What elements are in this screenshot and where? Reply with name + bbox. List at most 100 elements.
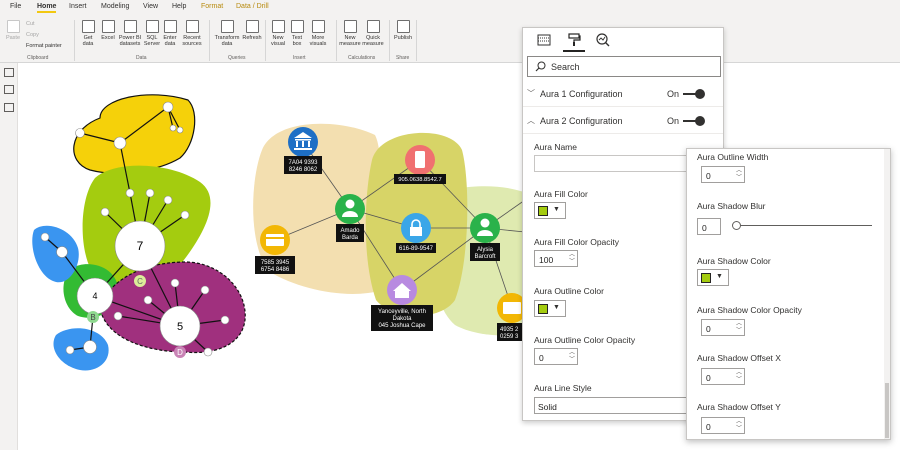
menu-home[interactable]: Home (37, 3, 57, 13)
dropdown-arrow-icon: ▼ (553, 304, 560, 311)
offset-y-value: 0 (706, 422, 711, 432)
menu-insert[interactable]: Insert (69, 3, 87, 10)
fill-color-picker[interactable]: ▼ (534, 202, 566, 219)
spinner-arrows-icon[interactable]: ︿ ﹀ (736, 321, 742, 335)
outline-width-label: Aura Outline Width (697, 152, 769, 162)
offset-y-input[interactable]: 0 ︿ ﹀ (701, 417, 745, 434)
shadow-blur-slider-track[interactable] (734, 225, 872, 226)
card-left-label-1: 7585 3945 (261, 260, 290, 266)
ribbon-separator (209, 20, 210, 61)
copy-button[interactable]: Copy (26, 32, 39, 38)
menu-bar: File Home Insert Modeling View Help Form… (0, 0, 900, 16)
home-label-3: 045 Joshua Cape (378, 323, 426, 329)
aura-yellow (73, 94, 196, 174)
new-measure-button[interactable]: New measure (339, 20, 361, 47)
more-visuals-button[interactable]: More visuals (306, 20, 330, 47)
paste-button[interactable]: Paste (3, 20, 23, 41)
cluster-letter-c: C (137, 277, 143, 286)
excel-button[interactable]: Excel (99, 20, 117, 41)
aura-options-flyout: Aura Outline Width 0 ︿ ﹀ Aura Shadow Blur… (686, 148, 891, 440)
menu-modeling[interactable]: Modeling (101, 3, 129, 10)
bar-chart-icon (271, 20, 285, 33)
recent-sources-button[interactable]: Recent sources (180, 20, 204, 47)
outline-color-label: Aura Outline Color (534, 286, 604, 296)
aura2-section-header[interactable]: ︿ Aura 2 Configuration On (523, 108, 723, 134)
offset-x-input[interactable]: 0 ︿ ﹀ (701, 368, 745, 385)
sql-label-2: Server (143, 41, 161, 47)
active-tab-indicator (563, 50, 585, 52)
shadow-color-picker[interactable]: ▼ (697, 269, 729, 286)
outline-color-chip (538, 304, 548, 314)
outline-opacity-label: Aura Outline Color Opacity (534, 335, 636, 345)
text-box-button[interactable]: Text box (288, 20, 306, 47)
data-view-icon[interactable] (4, 85, 14, 94)
outline-opacity-value: 0 (539, 353, 544, 363)
spinner-arrows-icon[interactable]: ︿ ﹀ (569, 350, 575, 364)
search-box[interactable]: Search (527, 56, 721, 77)
spinner-arrows-icon[interactable]: ︿ ﹀ (569, 252, 575, 266)
bank-label-2: 8246 8062 (289, 167, 318, 173)
lock-label: 616-89-9547 (399, 246, 434, 252)
sql-server-icon (145, 20, 159, 33)
fill-opacity-value: 100 (539, 255, 554, 265)
menu-format[interactable]: Format (201, 3, 223, 10)
cluster-letter-b: B (90, 313, 95, 322)
outline-width-input[interactable]: 0 ︿ ﹀ (701, 166, 745, 183)
report-view-icon[interactable] (4, 68, 14, 77)
refresh-label: Refresh (242, 35, 262, 41)
get-data-button[interactable]: Get data (78, 20, 98, 47)
new-measure-label-2: measure (339, 41, 361, 47)
quick-measure-label-2: measure (362, 41, 384, 47)
more-visuals-icon (311, 20, 325, 33)
transform-data-button[interactable]: Transform data (213, 20, 241, 47)
aura1-section-header[interactable]: ﹀ Aura 1 Configuration On (523, 81, 723, 107)
outline-color-picker[interactable]: ▼ (534, 300, 566, 317)
menu-help[interactable]: Help (172, 3, 186, 10)
paint-roller-icon[interactable] (567, 33, 581, 47)
analytics-tab-icon[interactable] (596, 33, 610, 47)
ribbon-separator (389, 20, 390, 61)
more-visuals-label-2: visuals (309, 41, 327, 47)
flyout-scrollbar-thumb[interactable] (885, 383, 889, 438)
pbi-datasets-label-2: datasets (119, 41, 141, 47)
menu-file[interactable]: File (10, 3, 21, 10)
new-visual-button[interactable]: New visual (269, 20, 287, 47)
sql-server-button[interactable]: SQL Server (143, 20, 161, 47)
fill-opacity-input[interactable]: 100 ︿ ﹀ (534, 250, 578, 267)
menu-view[interactable]: View (143, 3, 158, 10)
calculator-icon (343, 20, 357, 33)
bank-label-1: 7A04 9393 (288, 160, 318, 166)
aura-blue-top (32, 225, 79, 283)
paste-label: Paste (5, 35, 21, 41)
aura2-toggle[interactable] (683, 116, 705, 126)
alysia-label-1: Alysia (477, 247, 494, 253)
menu-data-drill[interactable]: Data / Drill (236, 3, 269, 10)
offset-x-label: Aura Shadow Offset X (697, 353, 781, 363)
line-style-label: Aura Line Style (534, 383, 592, 393)
shadow-blur-slider-handle[interactable] (732, 221, 741, 230)
format-painter-button[interactable]: Format painter (26, 43, 62, 49)
refresh-button[interactable]: Refresh (241, 20, 263, 41)
dropdown-arrow-icon: ▼ (716, 273, 723, 280)
text-box-icon (290, 20, 304, 33)
outline-opacity-input[interactable]: 0 ︿ ﹀ (534, 348, 578, 365)
model-view-icon[interactable] (4, 103, 14, 112)
clipboard-icon (6, 20, 20, 33)
credit-card-icon (503, 302, 521, 314)
power-bi-datasets-button[interactable]: Power BI datasets (117, 20, 143, 47)
publish-button[interactable]: Publish (392, 20, 414, 41)
spinner-arrows-icon[interactable]: ︿ ﹀ (736, 370, 742, 384)
quick-measure-button[interactable]: Quick measure (361, 20, 385, 47)
shadow-blur-input[interactable]: 0 (697, 218, 721, 235)
aura1-toggle[interactable] (683, 89, 705, 99)
recent-sources-icon (185, 20, 199, 33)
spinner-arrows-icon[interactable]: ︿ ﹀ (736, 168, 742, 182)
shadow-opacity-input[interactable]: 0 ︿ ﹀ (701, 319, 745, 336)
cut-button[interactable]: Cut (26, 21, 35, 27)
enter-data-button[interactable]: Enter data (161, 20, 179, 47)
search-icon (535, 61, 546, 72)
search-placeholder: Search (551, 62, 580, 72)
spinner-arrows-icon[interactable]: ︿ ﹀ (736, 419, 742, 433)
fields-tab-icon[interactable] (537, 33, 551, 47)
transform-label-2: data (221, 41, 233, 47)
